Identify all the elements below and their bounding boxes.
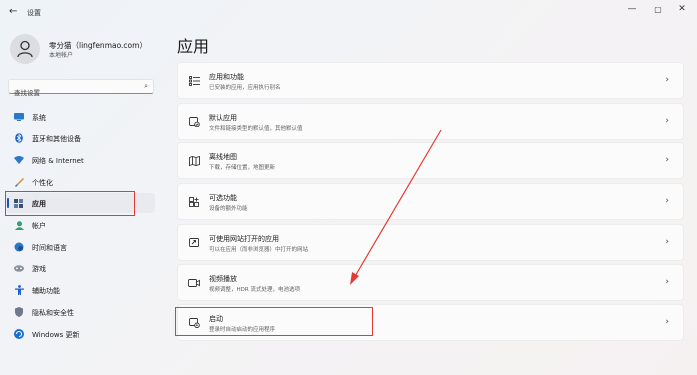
back-arrow-icon[interactable]: ←: [9, 6, 17, 17]
person-icon: [17, 40, 33, 58]
sidebar-item-label: 游戏: [32, 265, 46, 273]
sidebar-item-network[interactable]: 网络 & Internet: [6, 150, 155, 170]
card-title: 视频播放: [209, 275, 237, 283]
sidebar-item-label: 隐私和安全性: [32, 309, 74, 317]
sidebar-item-privacy[interactable]: 隐私和安全性: [6, 302, 155, 322]
title-bar: ← 设置 — ▢ ✕: [0, 0, 697, 26]
search-input[interactable]: [9, 86, 129, 100]
sidebar-item-label: 帐户: [32, 222, 46, 230]
avatar[interactable]: [10, 34, 40, 64]
bluetooth-icon: [14, 133, 24, 143]
sidebar-item-label: 个性化: [32, 179, 53, 187]
minimize-button[interactable]: —: [622, 4, 642, 14]
account-type: 本地帐户: [49, 52, 74, 59]
chevron-right-icon: ›: [665, 317, 669, 327]
sidebar-item-time-language[interactable]: 时间和语言: [6, 237, 155, 257]
card-desc: 视频调整，HDR 流式处理，电池选项: [209, 287, 300, 293]
card-title: 默认应用: [209, 114, 237, 122]
search-icon: ⌕: [144, 82, 148, 90]
card-title: 应用和功能: [209, 73, 244, 81]
video-playback-icon: [188, 277, 200, 289]
chevron-right-icon: ›: [665, 277, 669, 287]
card-desc: 文件和链接类型的默认值，其他默认值: [209, 126, 303, 132]
sidebar-item-accessibility[interactable]: 辅助功能: [6, 280, 155, 300]
maximize-button[interactable]: ▢: [648, 5, 668, 14]
sidebar-item-system[interactable]: 系统: [6, 107, 155, 127]
apps-list-icon: [188, 75, 200, 87]
sidebar-item-label: 蓝牙和其他设备: [32, 135, 81, 143]
wifi-icon: [14, 155, 24, 165]
sidebar-item-label: 网络 & Internet: [32, 157, 84, 165]
sidebar-item-apps[interactable]: 应用: [6, 193, 155, 213]
sidebar-item-gaming[interactable]: 游戏: [6, 258, 155, 278]
card-apps-features[interactable]: 应用和功能 已安装的应用，应用执行别名 ›: [177, 62, 684, 99]
card-default-apps[interactable]: 默认应用 文件和链接类型的默认值，其他默认值 ›: [177, 103, 684, 140]
card-desc: 下载，存储位置，地图更新: [209, 165, 276, 171]
sidebar-item-label: Windows 更新: [32, 331, 80, 339]
sidebar-item-windows-update[interactable]: Windows 更新: [6, 324, 155, 344]
sidebar-item-label: 辅助功能: [32, 287, 60, 295]
gamepad-icon: [14, 263, 24, 273]
active-indicator: [7, 198, 9, 208]
card-title: 可选功能: [209, 194, 237, 202]
card-desc: 可以在应用（而非浏览器）中打开的网站: [209, 247, 309, 253]
card-desc: 登录时自动启动的应用程序: [209, 327, 276, 333]
offline-map-icon: [188, 155, 200, 167]
startup-icon: [188, 317, 200, 329]
brush-icon: [14, 177, 24, 187]
globe-clock-icon: [14, 242, 24, 252]
sidebar-item-label: 系统: [32, 114, 46, 122]
update-icon: [14, 329, 24, 339]
monitor-icon: [14, 112, 24, 122]
sidebar-item-bluetooth[interactable]: 蓝牙和其他设备: [6, 128, 155, 148]
close-button[interactable]: ✕: [672, 4, 692, 14]
accessibility-icon: [14, 285, 24, 295]
website-apps-icon: [188, 237, 200, 249]
account-icon: [14, 220, 24, 230]
apps-icon: [14, 198, 24, 208]
page-title: 应用: [177, 37, 210, 56]
search-box[interactable]: ⌕: [8, 79, 154, 100]
chevron-right-icon: ›: [665, 196, 669, 206]
card-optional-features[interactable]: 可选功能 设备的额外功能 ›: [177, 183, 684, 220]
window-title: 设置: [27, 9, 41, 17]
card-title: 可使用网站打开的应用: [209, 235, 279, 243]
card-title: 启动: [209, 315, 223, 323]
card-startup[interactable]: 启动 登录时自动启动的应用程序 ›: [177, 304, 684, 341]
sidebar-item-accounts[interactable]: 帐户: [6, 215, 155, 235]
card-video-playback[interactable]: 视频播放 视频调整，HDR 流式处理，电池选项 ›: [177, 264, 684, 301]
sidebar-item-label: 应用: [32, 200, 46, 208]
card-apps-for-websites[interactable]: 可使用网站打开的应用 可以在应用（而非浏览器）中打开的网站 ›: [177, 224, 684, 261]
shield-icon: [14, 307, 24, 317]
card-title: 离线地图: [209, 153, 237, 161]
optional-features-icon: [188, 196, 200, 208]
chevron-right-icon: ›: [665, 75, 669, 85]
sidebar-item-personalization[interactable]: 个性化: [6, 172, 155, 192]
card-offline-maps[interactable]: 离线地图 下载，存储位置，地图更新 ›: [177, 142, 684, 179]
chevron-right-icon: ›: [665, 155, 669, 165]
card-desc: 设备的额外功能: [209, 206, 248, 212]
default-apps-icon: [188, 116, 200, 128]
chevron-right-icon: ›: [665, 116, 669, 126]
card-desc: 已安装的应用，应用执行别名: [209, 85, 281, 91]
chevron-right-icon: ›: [665, 237, 669, 247]
sidebar-item-label: 时间和语言: [32, 244, 67, 252]
